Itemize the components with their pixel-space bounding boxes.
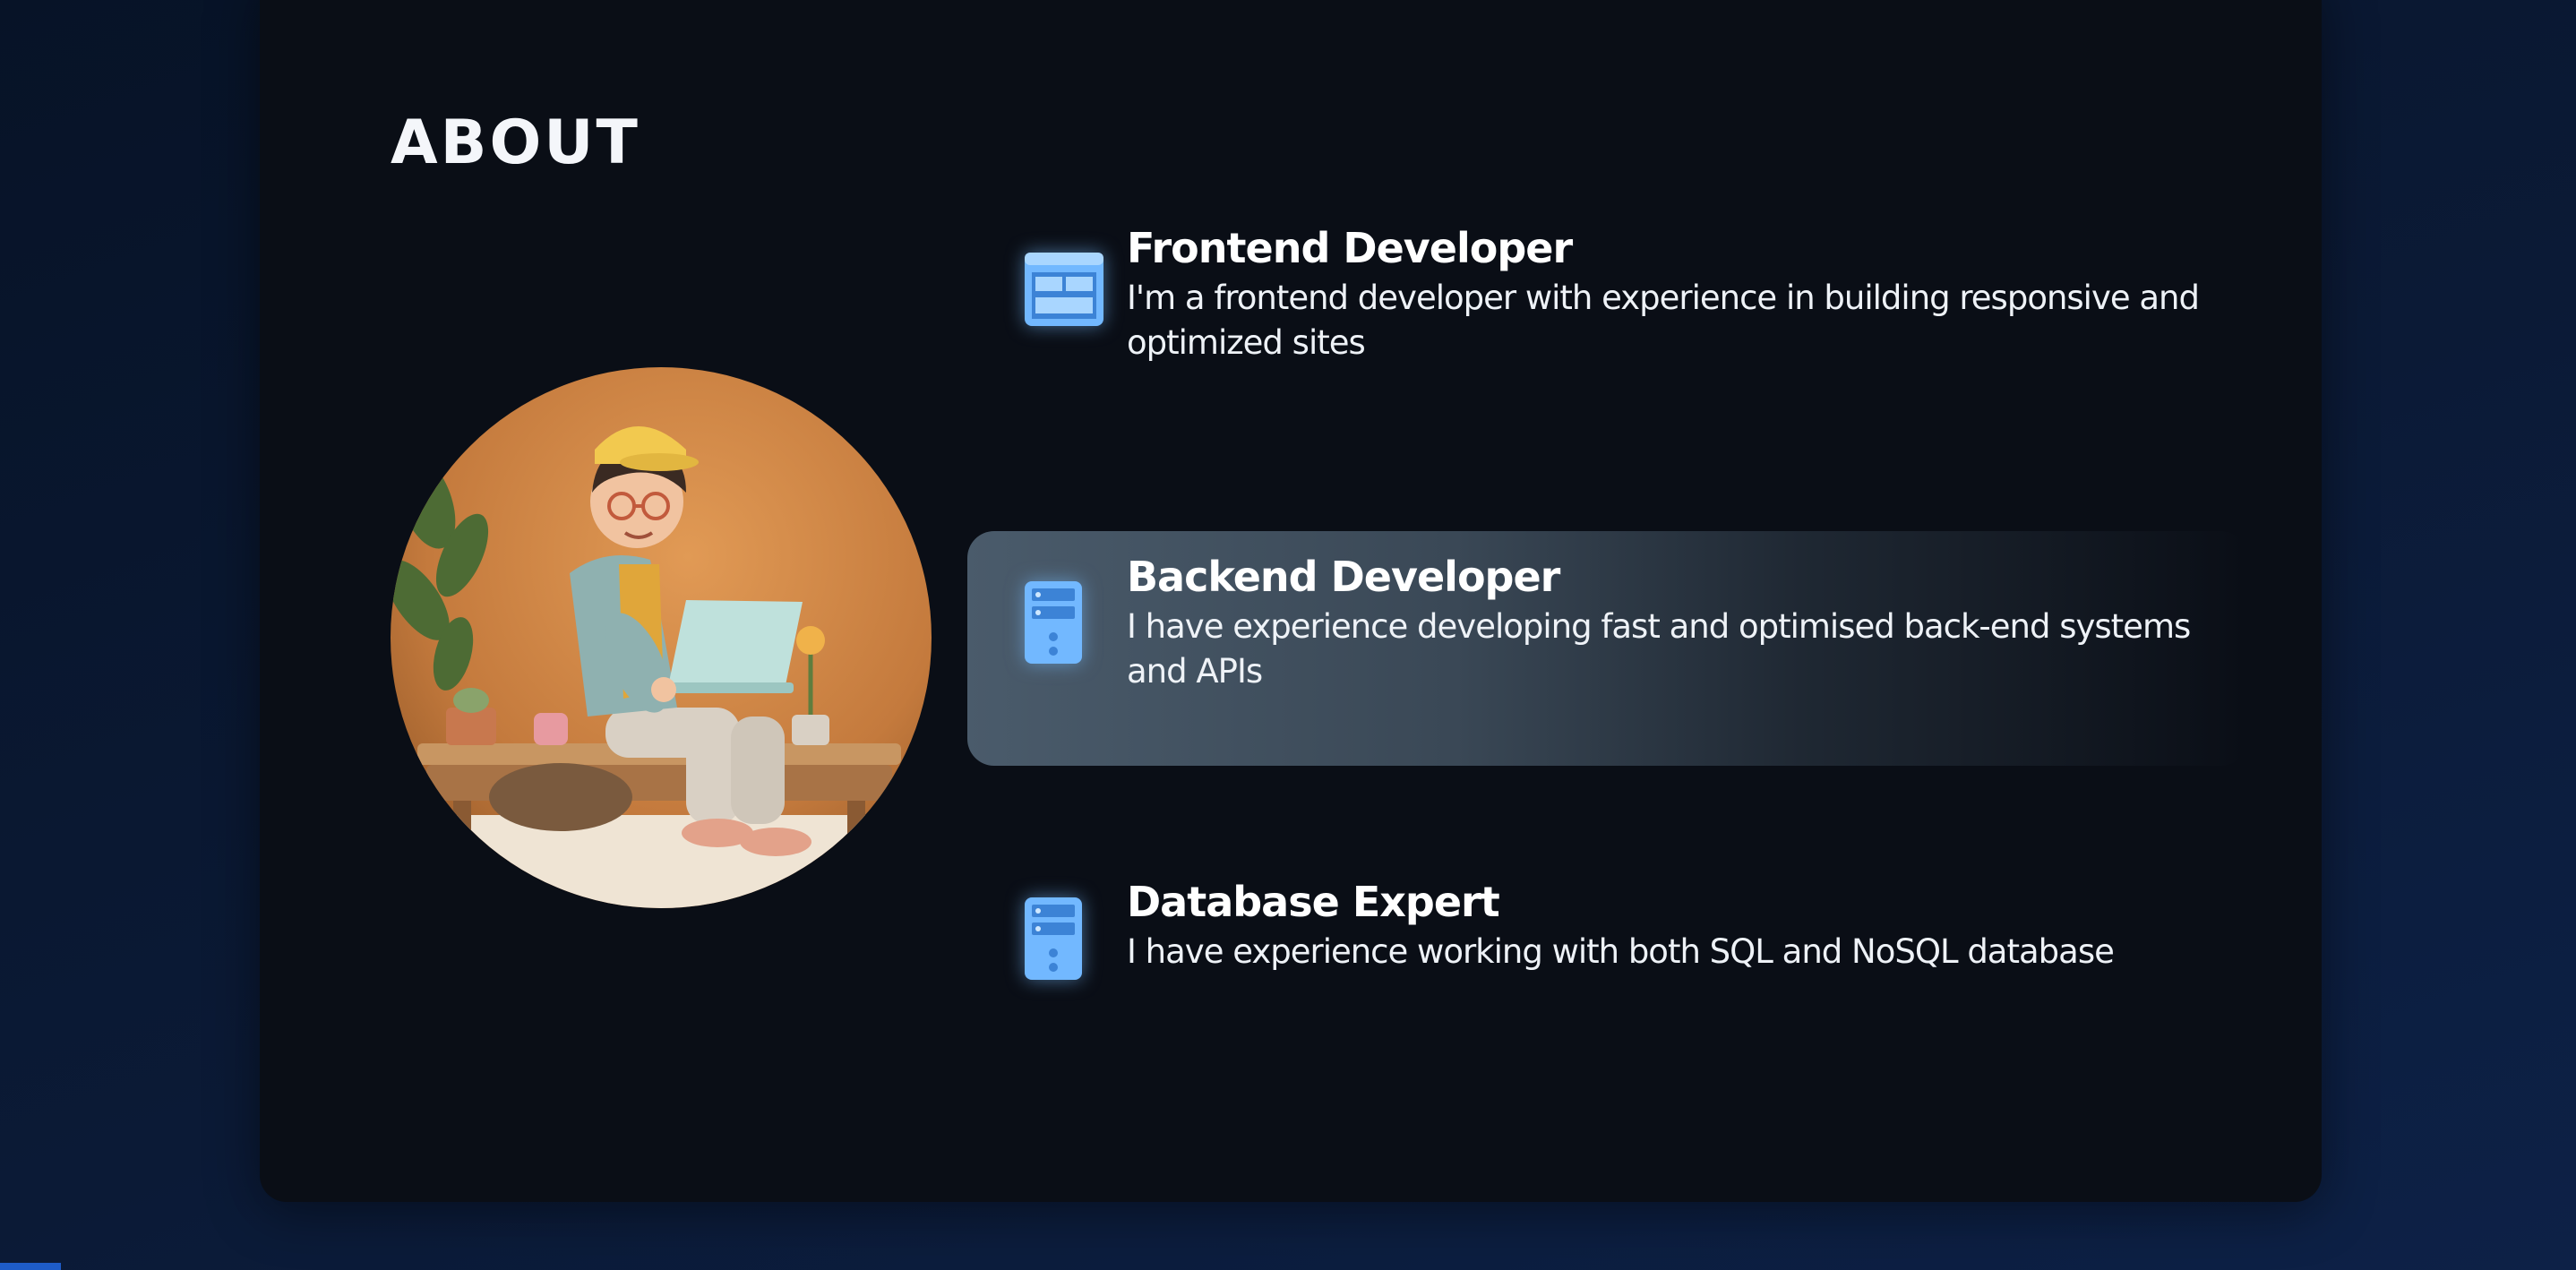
avatar-illustration <box>391 367 932 908</box>
skill-description: I'm a frontend developer with experience… <box>1127 279 2200 362</box>
skill-title: Backend Developer <box>1127 553 1560 601</box>
ui-layout-icon <box>1023 251 1105 331</box>
bottom-accent-bar <box>0 1263 61 1270</box>
skill-title: Database Expert <box>1127 878 1500 926</box>
skill-item-database: Database Expert I have experience workin… <box>967 874 2248 1017</box>
section-title: ABOUT <box>391 107 640 178</box>
avatar <box>391 367 932 908</box>
skill-description: I have experience working with both SQL … <box>1127 932 2115 971</box>
skill-title: Frontend Developer <box>1127 224 1573 272</box>
skill-item-frontend: Frontend Developer I'm a frontend develo… <box>967 220 2248 382</box>
about-section: ABOUT Frontend Developer I'm a frontend … <box>260 0 2322 1202</box>
skill-item-backend: Backend Developer I have experience deve… <box>967 531 2248 766</box>
skill-description: I have experience developing fast and op… <box>1127 607 2191 691</box>
server-icon <box>1023 579 1084 669</box>
database-icon <box>1023 896 1084 985</box>
